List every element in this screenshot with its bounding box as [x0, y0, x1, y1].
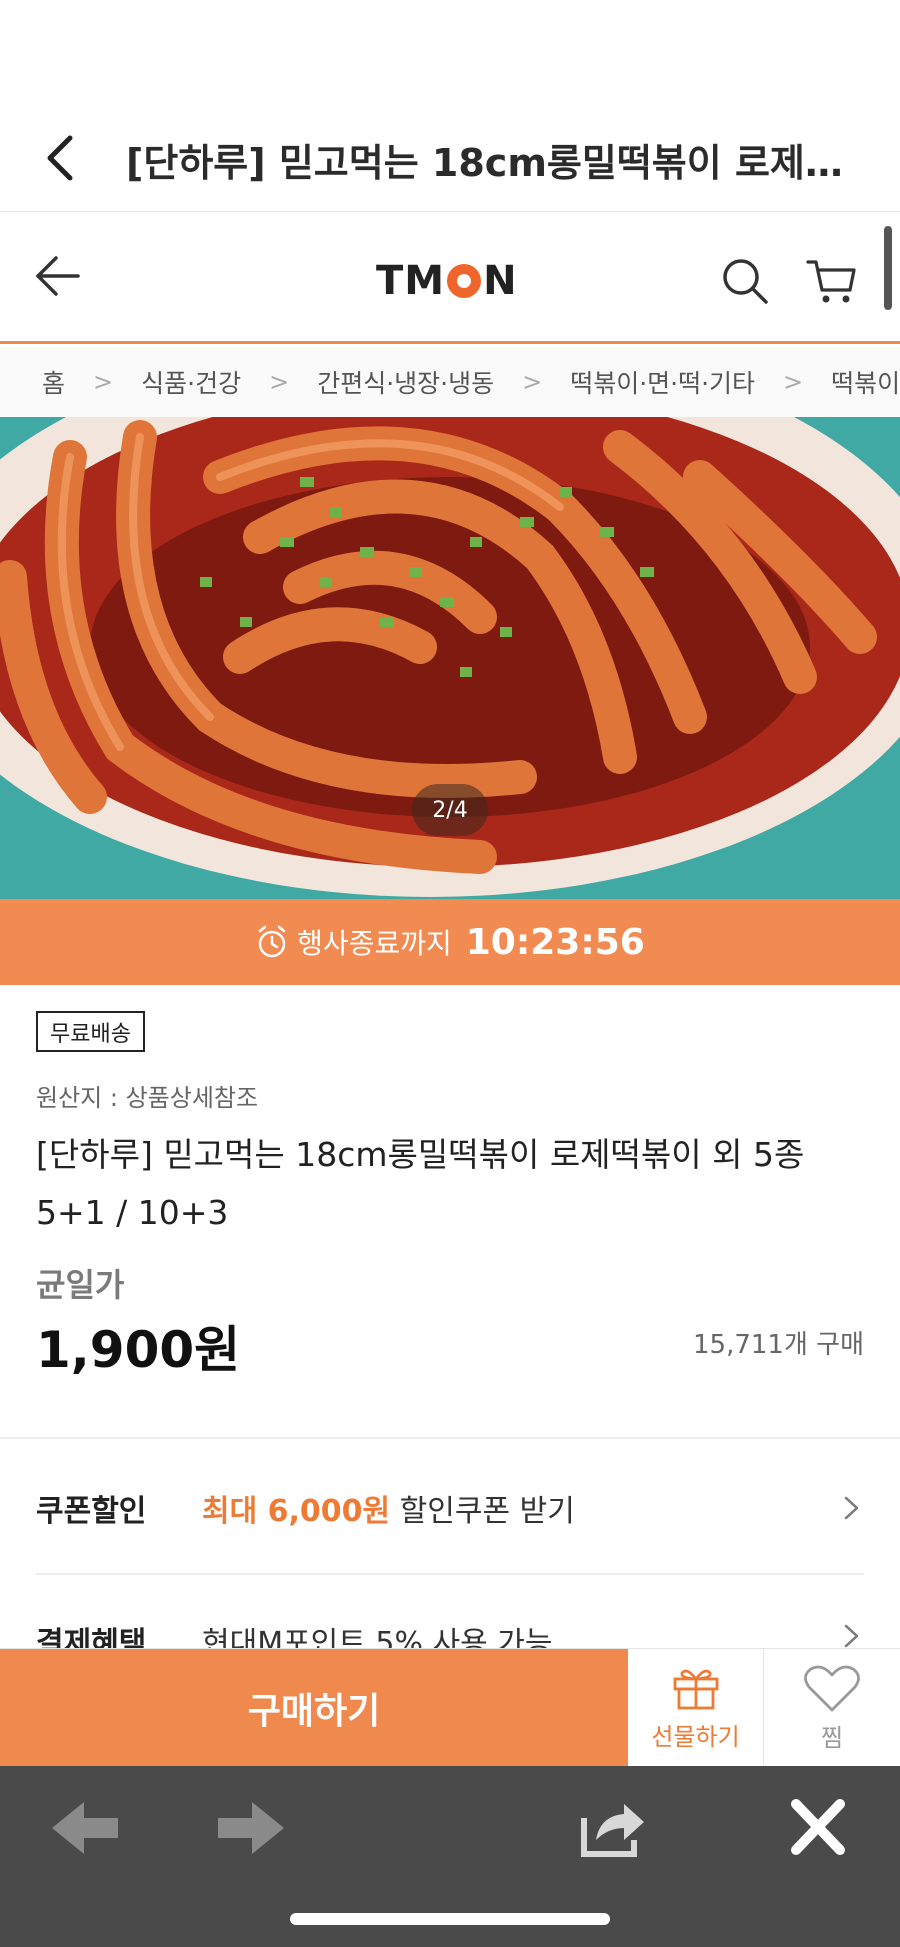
coupon-text: 할인쿠폰 받기	[390, 1494, 575, 1529]
product-image-gallery[interactable]: 2/4	[0, 417, 900, 899]
section-divider	[0, 1437, 900, 1439]
gift-button[interactable]: 선물하기	[628, 1649, 764, 1767]
product-title: [단하루] 믿고먹는 18cm롱밀떡볶이 로제떡볶이 외 5종 5+1 / 10…	[36, 1135, 805, 1232]
product-origin: 원산지 : 상품상세참조	[36, 1084, 259, 1112]
countdown-label: 행사종료까지	[297, 927, 452, 960]
tmon-logo[interactable]: TM N	[376, 256, 518, 306]
close-icon[interactable]	[778, 1790, 858, 1866]
forward-arrow-icon[interactable]	[210, 1790, 290, 1866]
search-icon[interactable]	[720, 256, 770, 306]
arrow-left-icon[interactable]	[34, 250, 82, 302]
scrollbar[interactable]	[884, 226, 892, 310]
breadcrumb-item-simple-food[interactable]: 간편식·냉장·냉동	[317, 364, 494, 400]
coupon-discount-row[interactable]: 쿠폰할인 최대 6,000원 할인쿠폰 받기	[36, 1468, 864, 1548]
breadcrumb-item-food[interactable]: 식품·건강	[141, 364, 241, 400]
gift-icon	[673, 1669, 718, 1709]
chevron-right-icon	[844, 1496, 859, 1520]
product-price: 1,900원	[36, 1321, 241, 1379]
gallery-page-indicator: 2/4	[412, 784, 488, 836]
breadcrumb-item-tteokbokki-etc[interactable]: 떡볶이·면·떡·기타	[570, 364, 755, 400]
webview-header: [단하루] 믿고먹는 18cm롱밀떡볶이 로제…	[0, 0, 900, 212]
event-countdown-banner: 행사종료까지 10:23:56	[0, 899, 900, 985]
breadcrumb-item-tteokbokki[interactable]: 떡볶이	[831, 364, 900, 400]
share-icon[interactable]	[572, 1790, 652, 1866]
breadcrumb: 홈 > 식품·건강 > 간편식·냉장·냉동 > 떡볶이·면·떡·기타 > 떡볶이	[0, 347, 900, 417]
price-label: 균일가	[36, 1266, 125, 1304]
purchase-action-bar: 구매하기 선물하기 찜	[0, 1648, 900, 1767]
breadcrumb-item-home[interactable]: 홈	[42, 364, 65, 400]
breadcrumb-separator-icon: >	[783, 368, 804, 396]
buy-button[interactable]: 구매하기	[0, 1649, 628, 1767]
site-header: TM N	[0, 212, 900, 344]
row-divider	[36, 1573, 864, 1575]
coupon-label: 쿠폰할인	[36, 1494, 147, 1529]
breadcrumb-separator-icon: >	[522, 368, 543, 396]
webview-title: [단하루] 믿고먹는 18cm롱밀떡볶이 로제…	[126, 141, 843, 185]
breadcrumb-separator-icon: >	[269, 368, 290, 396]
coupon-max-amount: 최대 6,000원	[202, 1494, 391, 1529]
payment-value: 현대M포인트 5% 사용 가능	[202, 1626, 553, 1648]
cart-icon[interactable]	[806, 256, 858, 306]
home-indicator[interactable]	[290, 1913, 610, 1925]
breadcrumb-separator-icon: >	[93, 368, 114, 396]
payment-label: 결제혜택	[36, 1626, 147, 1648]
alarm-clock-icon	[258, 925, 286, 958]
chevron-right-icon	[844, 1624, 859, 1648]
heart-icon	[804, 1665, 860, 1711]
logo-o-mark	[447, 264, 482, 298]
chevron-left-icon[interactable]	[40, 130, 80, 186]
wishlist-label: 찜	[820, 1723, 844, 1752]
wishlist-button[interactable]: 찜	[764, 1649, 900, 1767]
purchase-count: 15,711개 구매	[693, 1330, 864, 1360]
payment-benefit-row[interactable]: 결제혜택 현대M포인트 5% 사용 가능	[36, 1596, 864, 1648]
free-shipping-badge: 무료배송	[36, 1011, 145, 1052]
gift-label: 선물하기	[651, 1722, 740, 1751]
coupon-value: 최대 6,000원 할인쿠폰 받기	[202, 1486, 840, 1530]
countdown-time: 10:23:56	[465, 921, 645, 963]
back-arrow-icon[interactable]	[46, 1790, 126, 1866]
